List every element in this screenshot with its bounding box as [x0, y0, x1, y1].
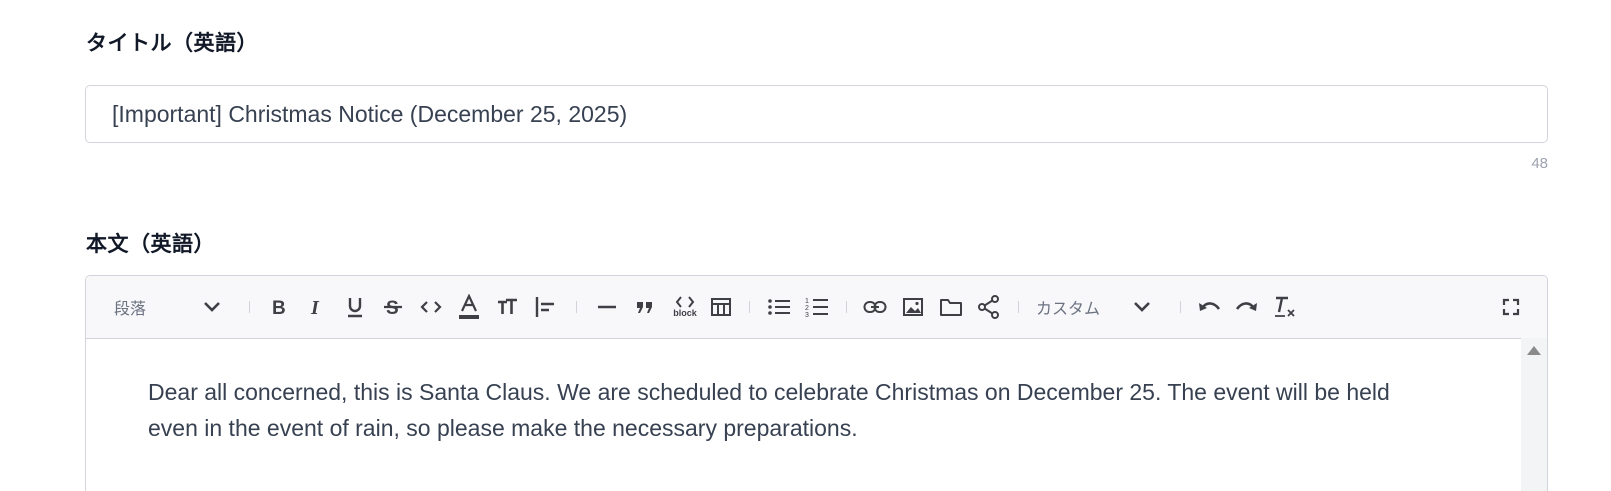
code-block-caption: block	[673, 308, 697, 318]
title-label: タイトル（英語）	[86, 31, 258, 55]
horizontal-line-icon[interactable]	[594, 292, 620, 322]
code-block-icon[interactable]: block	[670, 292, 700, 322]
undo-icon[interactable]	[1196, 292, 1222, 322]
font-size-icon[interactable]	[494, 292, 520, 322]
numbered-list-icon[interactable]: 123	[804, 292, 830, 322]
underline-icon[interactable]	[342, 292, 368, 322]
redo-icon[interactable]	[1234, 292, 1260, 322]
body-label: 本文（英語）	[86, 232, 215, 256]
editor-scrollbar[interactable]	[1521, 338, 1547, 491]
editor-toolbar: 段落 B I S	[86, 276, 1547, 339]
link-icon[interactable]	[862, 292, 888, 322]
image-icon[interactable]	[900, 292, 926, 322]
code-icon[interactable]	[418, 292, 444, 322]
toolbar-separator	[576, 301, 577, 313]
char-count: 48	[1531, 155, 1548, 172]
table-icon[interactable]	[708, 292, 734, 322]
blockquote-icon[interactable]	[632, 292, 658, 322]
rich-text-editor: 段落 B I S	[85, 275, 1548, 491]
editor-content[interactable]: Dear all concerned, this is Santa Claus.…	[86, 338, 1547, 491]
font-color-icon[interactable]	[456, 292, 482, 322]
svg-text:I: I	[310, 298, 320, 316]
custom-select-label: カスタム	[1036, 299, 1101, 318]
svg-text:2: 2	[805, 305, 809, 312]
scroll-up-icon[interactable]	[1527, 346, 1541, 355]
strikethrough-icon[interactable]: S	[380, 292, 406, 322]
toolbar-separator	[1018, 301, 1019, 313]
toolbar-separator	[249, 301, 250, 313]
chevron-down-icon[interactable]	[1129, 292, 1155, 322]
paragraph-select-label: 段落	[114, 299, 147, 318]
svg-text:3: 3	[805, 312, 809, 318]
italic-icon[interactable]: I	[304, 292, 330, 322]
toolbar-separator	[1180, 301, 1181, 313]
editor-body-text[interactable]: Dear all concerned, this is Santa Claus.…	[148, 374, 1438, 446]
fullscreen-icon[interactable]	[1498, 292, 1524, 322]
share-icon[interactable]	[976, 292, 1002, 322]
bulleted-list-icon[interactable]	[766, 292, 792, 322]
toolbar-separator	[846, 301, 847, 313]
remove-format-icon[interactable]	[1272, 292, 1298, 322]
title-input[interactable]	[85, 85, 1548, 143]
toolbar-separator	[749, 301, 750, 313]
form-page: タイトル（英語） 48 本文（英語） 段落 B I	[0, 0, 1611, 491]
folder-icon[interactable]	[938, 292, 964, 322]
svg-text:B: B	[272, 298, 286, 316]
align-left-icon[interactable]	[532, 292, 558, 322]
chevron-down-icon[interactable]	[199, 292, 225, 322]
bold-icon[interactable]: B	[266, 292, 292, 322]
svg-text:1: 1	[805, 298, 809, 305]
